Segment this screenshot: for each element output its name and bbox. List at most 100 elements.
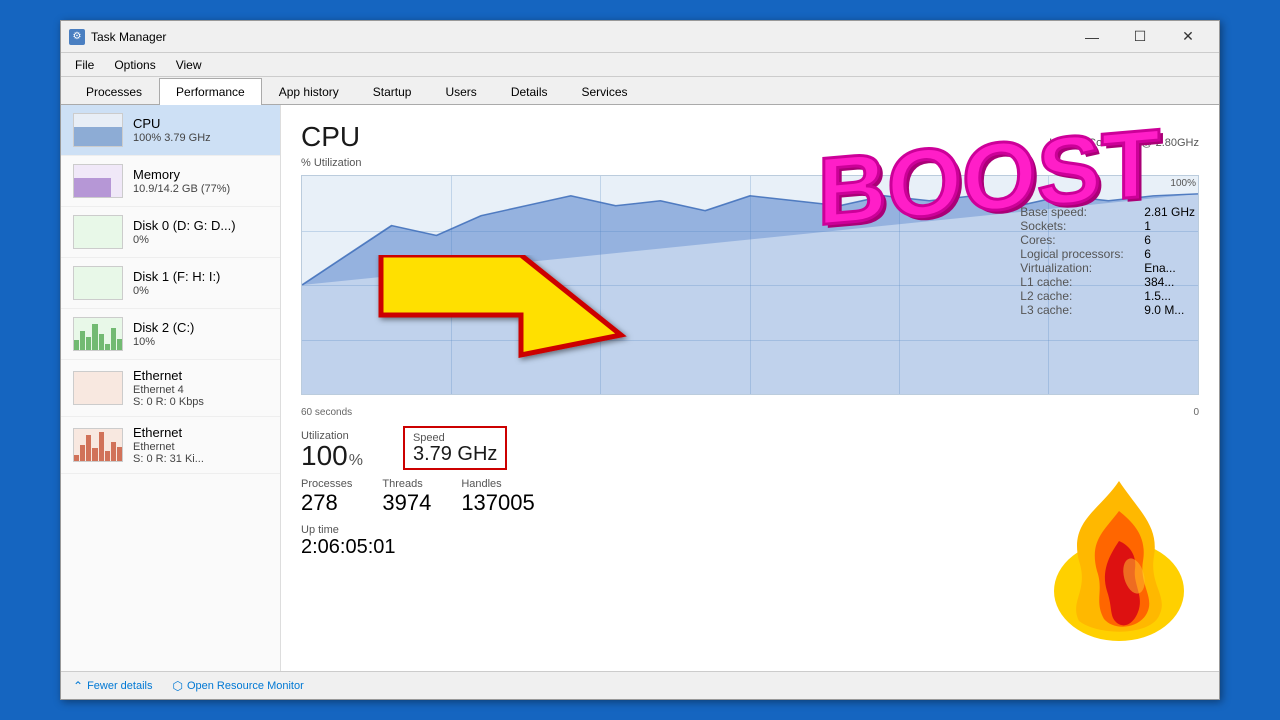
ethernet2-thumbnail (73, 428, 123, 462)
graph-label-left: 60 seconds (301, 407, 352, 418)
tab-details[interactable]: Details (494, 78, 565, 105)
disk0-name: Disk 0 (D: G: D...) (133, 218, 268, 233)
cpu-thumbnail (73, 113, 123, 147)
ethernet2-detail2: Ethernet (133, 441, 268, 453)
menu-view[interactable]: View (170, 56, 208, 74)
memory-name: Memory (133, 167, 268, 182)
sockets-value: 1 (1144, 219, 1151, 233)
speed-stat-box: Speed 3.79 GHz (403, 426, 507, 470)
disk2-name: Disk 2 (C:) (133, 320, 268, 335)
base-speed-label: Base speed: (1020, 205, 1140, 219)
tab-processes[interactable]: Processes (69, 78, 159, 105)
sidebar-item-disk2[interactable]: Disk 2 (C:) 10% (61, 309, 280, 360)
processes-stat: Processes 278 (301, 478, 352, 516)
l2-label: L2 cache: (1020, 289, 1140, 303)
tab-services[interactable]: Services (565, 78, 645, 105)
sockets-row: Sockets: 1 (1020, 219, 1195, 233)
l1-row: L1 cache: 384... (1020, 275, 1195, 289)
window-controls: — ☐ ✕ (1069, 24, 1211, 50)
utilization-stat: Utilization 100 % (301, 428, 363, 470)
disk0-info: Disk 0 (D: G: D...) 0% (133, 218, 268, 246)
bottom-bar: ⌃ Fewer details ⬡ Open Resource Monitor (61, 671, 1219, 699)
sidebar-item-memory[interactable]: Memory 10.9/14.2 GB (77%) (61, 156, 280, 207)
memory-thumbnail (73, 164, 123, 198)
l2-value: 1.5... (1144, 289, 1171, 303)
speed-value: 3.79 GHz (413, 444, 497, 464)
tab-users[interactable]: Users (428, 78, 493, 105)
utilization-unit: % (349, 452, 363, 470)
sockets-label: Sockets: (1020, 219, 1140, 233)
app-icon: ⚙ (69, 29, 85, 45)
sidebar-item-ethernet1[interactable]: Ethernet Ethernet 4 S: 0 R: 0 Kbps (61, 360, 280, 417)
base-speed-row: Base speed: 2.81 GHz (1020, 205, 1195, 219)
cpu-header: CPU Intel(R) Core™ i5- @ 2.80GHz (301, 121, 1199, 153)
virtualization-row: Virtualization: Ena... (1020, 261, 1195, 275)
window-title: Task Manager (91, 30, 1069, 44)
sidebar-item-disk0[interactable]: Disk 0 (D: G: D...) 0% (61, 207, 280, 258)
tab-startup[interactable]: Startup (356, 78, 429, 105)
graph-labels: 60 seconds 0 (301, 407, 1199, 418)
cpu-subtitle: % Utilization (301, 157, 1199, 169)
fewer-details-label: Fewer details (87, 680, 152, 692)
tab-performance[interactable]: Performance (159, 78, 262, 105)
ethernet2-name: Ethernet (133, 425, 268, 440)
cpu-detail: 100% 3.79 GHz (133, 132, 268, 144)
minimize-button[interactable]: — (1069, 24, 1115, 50)
sidebar: CPU 100% 3.79 GHz Memory 10.9/14.2 GB (7… (61, 105, 281, 671)
handles-label: Handles (461, 478, 534, 490)
cpu-info-text: Intel(R) Core™ i5- @ 2.80GHz (1049, 137, 1199, 149)
menu-options[interactable]: Options (108, 56, 161, 74)
fewer-details-link[interactable]: ⌃ Fewer details (73, 679, 152, 693)
logical-row: Logical processors: 6 (1020, 247, 1195, 261)
l1-label: L1 cache: (1020, 275, 1140, 289)
memory-info: Memory 10.9/14.2 GB (77%) (133, 167, 268, 195)
chevron-down-icon: ⌃ (73, 679, 83, 693)
virtualization-value: Ena... (1144, 261, 1175, 275)
uptime-label: Up time (301, 524, 1199, 536)
cpu-name: CPU (133, 116, 268, 131)
sidebar-scroll[interactable]: CPU 100% 3.79 GHz Memory 10.9/14.2 GB (7… (61, 105, 280, 671)
l2-row: L2 cache: 1.5... (1020, 289, 1195, 303)
disk1-info: Disk 1 (F: H: I:) 0% (133, 269, 268, 297)
close-button[interactable]: ✕ (1165, 24, 1211, 50)
tab-bar: Processes Performance App history Startu… (61, 77, 1219, 105)
ethernet1-info: Ethernet Ethernet 4 S: 0 R: 0 Kbps (133, 368, 268, 408)
tab-app-history[interactable]: App history (262, 78, 356, 105)
disk1-thumbnail (73, 266, 123, 300)
sidebar-item-cpu[interactable]: CPU 100% 3.79 GHz (61, 105, 280, 156)
open-monitor-link[interactable]: ⬡ Open Resource Monitor (172, 679, 303, 693)
task-manager-window: ⚙ Task Manager — ☐ ✕ File Options View P… (60, 20, 1220, 700)
ethernet1-name: Ethernet (133, 368, 268, 383)
processes-value: 278 (301, 490, 352, 516)
ethernet2-detail: S: 0 R: 31 Ki... (133, 453, 268, 465)
disk2-thumbnail (73, 317, 123, 351)
l1-value: 384... (1144, 275, 1174, 289)
l3-label: L3 cache: (1020, 303, 1140, 317)
process-stats: Processes 278 Threads 3974 Handles 13700… (301, 478, 1199, 516)
l3-row: L3 cache: 9.0 M... (1020, 303, 1195, 317)
ethernet2-info: Ethernet Ethernet S: 0 R: 31 Ki... (133, 425, 268, 465)
menu-file[interactable]: File (69, 56, 100, 74)
disk1-name: Disk 1 (F: H: I:) (133, 269, 268, 284)
ethernet1-detail: S: 0 R: 0 Kbps (133, 396, 268, 408)
content-area: CPU 100% 3.79 GHz Memory 10.9/14.2 GB (7… (61, 105, 1219, 671)
sidebar-item-disk1[interactable]: Disk 1 (F: H: I:) 0% (61, 258, 280, 309)
handles-value: 137005 (461, 490, 534, 516)
processes-label: Processes (301, 478, 352, 490)
logical-label: Logical processors: (1020, 247, 1140, 261)
threads-value: 3974 (382, 490, 431, 516)
base-speed-value: 2.81 GHz (1144, 205, 1195, 219)
uptime-value: 2:06:05:01 (301, 536, 1199, 559)
uptime-row: Up time 2:06:05:01 (301, 524, 1199, 559)
logical-value: 6 (1144, 247, 1151, 261)
title-bar: ⚙ Task Manager — ☐ ✕ (61, 21, 1219, 53)
cpu-info: CPU 100% 3.79 GHz (133, 116, 268, 144)
cores-label: Cores: (1020, 233, 1140, 247)
sidebar-item-ethernet2[interactable]: Ethernet Ethernet S: 0 R: 31 Ki... (61, 417, 280, 474)
disk0-thumbnail (73, 215, 123, 249)
disk1-detail: 0% (133, 285, 268, 297)
maximize-button[interactable]: ☐ (1117, 24, 1163, 50)
handles-stat: Handles 137005 (461, 478, 534, 516)
utilization-value: 100 (301, 442, 348, 470)
main-panel: CPU Intel(R) Core™ i5- @ 2.80GHz % Utili… (281, 105, 1219, 671)
